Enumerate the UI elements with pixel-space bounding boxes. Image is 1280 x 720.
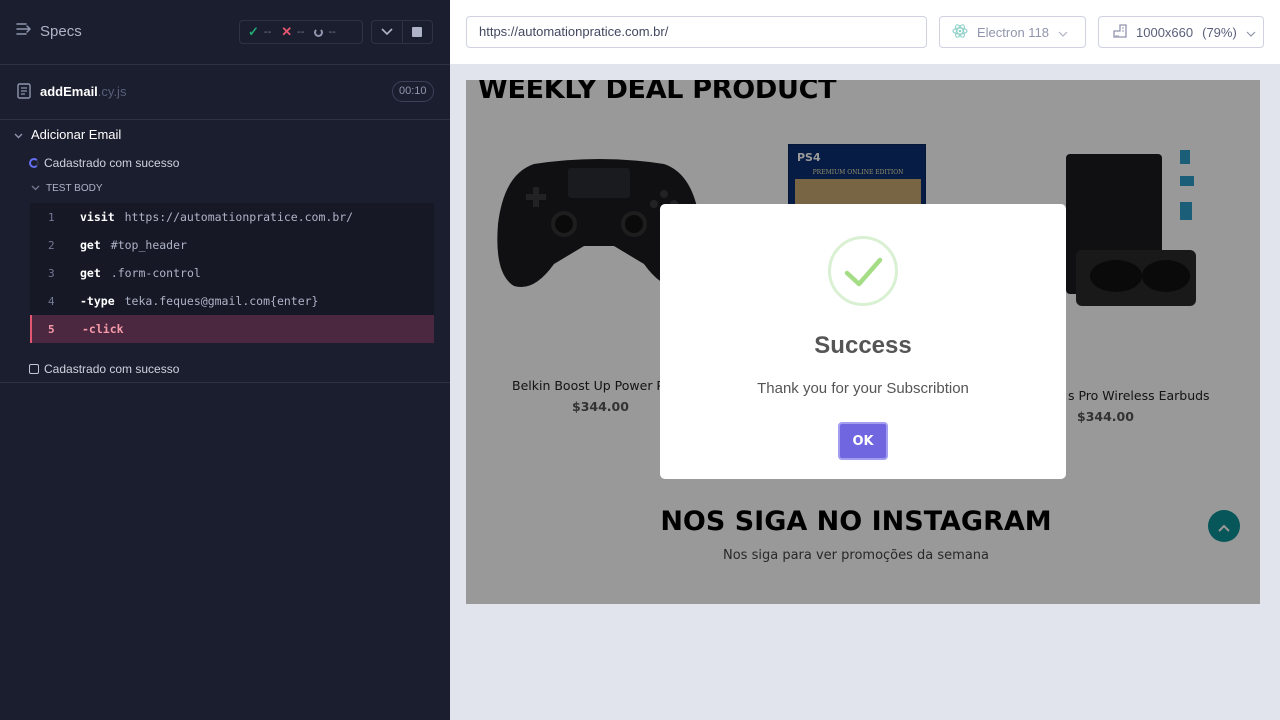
browser-selector[interactable]: Electron 118 — [939, 16, 1086, 48]
runner-controls — [371, 20, 433, 44]
command-message: teka.feques@gmail.com{enter} — [124, 294, 319, 308]
command-message: https://automationpratice.com.br/ — [124, 210, 354, 224]
command-name: get — [80, 266, 101, 280]
chevron-down-icon — [1246, 25, 1256, 40]
collapse-button[interactable] — [372, 21, 402, 43]
test-body-toggle[interactable]: TEST BODY — [31, 183, 103, 194]
electron-icon — [952, 23, 968, 42]
browser-toolbar: https://automationpratice.com.br/ Electr… — [450, 0, 1280, 64]
test-stats: ✓ -- ✕ -- -- — [239, 20, 363, 44]
reporter-header: Specs ✓ -- ✕ -- -- — [0, 0, 450, 65]
command-row[interactable]: 1 visit https://automationpratice.com.br… — [30, 203, 434, 231]
stat-pending: -- — [314, 26, 336, 38]
failed-count: -- — [297, 26, 305, 38]
viewport-selector[interactable]: 1000x660 (79%) — [1098, 16, 1264, 48]
viewport-ruler-icon — [1113, 23, 1127, 41]
test-body-label: TEST BODY — [46, 183, 103, 194]
url-field[interactable]: https://automationpratice.com.br/ — [466, 16, 927, 48]
test-title: Cadastrado com sucesso — [44, 362, 180, 376]
pending-square-icon — [29, 364, 39, 374]
browser-name: Electron 118 — [977, 24, 1050, 40]
chevron-down-icon — [1058, 25, 1068, 40]
ok-button[interactable]: OK — [838, 422, 888, 460]
specs-list-icon — [16, 22, 32, 41]
specs-button[interactable]: Specs — [16, 22, 82, 41]
command-row[interactable]: 4 -type teka.feques@gmail.com{enter} — [30, 287, 434, 315]
pending-count: -- — [328, 26, 336, 38]
command-message: #top_header — [110, 238, 187, 252]
command-row[interactable]: 3 get .form-control — [30, 259, 434, 287]
chevron-down-icon — [14, 127, 23, 142]
spec-file-name: addEmail.cy.js — [40, 84, 126, 99]
stat-failed: ✕ -- — [281, 24, 304, 40]
spec-file-header: addEmail.cy.js 00:10 — [0, 65, 450, 120]
chevron-down-icon — [31, 183, 40, 194]
command-number: 4 — [48, 294, 55, 308]
command-log: 1 visit https://automationpratice.com.br… — [30, 203, 434, 343]
specs-label: Specs — [40, 23, 82, 40]
command-number: 5 — [48, 322, 55, 336]
running-spinner-icon — [29, 158, 39, 168]
app-under-test-frame: WEEKLY DEAL PRODUCT PS4 PREMIUM ONLINE E… — [466, 80, 1260, 604]
command-name: -type — [80, 294, 115, 308]
command-number: 3 — [48, 266, 55, 280]
modal-message: Thank you for your Subscribtion — [757, 380, 969, 397]
command-row[interactable]: 2 get #top_header — [30, 231, 434, 259]
command-number: 2 — [48, 238, 55, 252]
command-name: get — [80, 238, 101, 252]
test-title: Cadastrado com sucesso — [44, 156, 180, 170]
divider — [0, 382, 450, 383]
stop-icon — [412, 27, 423, 37]
command-number: 1 — [48, 210, 55, 224]
x-icon: ✕ — [281, 24, 293, 39]
file-extension: .cy.js — [97, 84, 127, 99]
modal-title: Success — [814, 332, 912, 359]
chevron-down-icon — [381, 23, 393, 41]
run-timer: 00:10 — [392, 81, 434, 102]
viewport-size: 1000x660 — [1136, 24, 1194, 40]
check-icon: ✓ — [248, 24, 259, 39]
test-row-pending[interactable]: Cadastrado com sucesso — [29, 362, 179, 376]
suite-title: Adicionar Email — [31, 127, 122, 142]
command-row-failed[interactable]: 5 -click — [30, 315, 434, 343]
suite-row[interactable]: Adicionar Email — [14, 127, 121, 142]
file-basename: addEmail — [40, 84, 98, 99]
reporter-panel: Specs ✓ -- ✕ -- -- addEmail.cy.js 00:10 … — [0, 0, 450, 720]
test-row-running[interactable]: Cadastrado com sucesso — [29, 156, 179, 170]
viewport-scale: (79%) — [1202, 24, 1237, 40]
command-name: visit — [80, 210, 115, 224]
stop-button[interactable] — [401, 21, 432, 43]
stat-passed: ✓ -- — [248, 24, 271, 40]
pending-icon — [314, 27, 324, 37]
success-modal: Success Thank you for your Subscribtion … — [660, 204, 1066, 479]
passed-count: -- — [263, 26, 272, 38]
command-name: -click — [82, 322, 124, 336]
success-check-icon — [828, 236, 898, 306]
document-icon — [17, 83, 31, 104]
command-message: .form-control — [110, 266, 201, 280]
